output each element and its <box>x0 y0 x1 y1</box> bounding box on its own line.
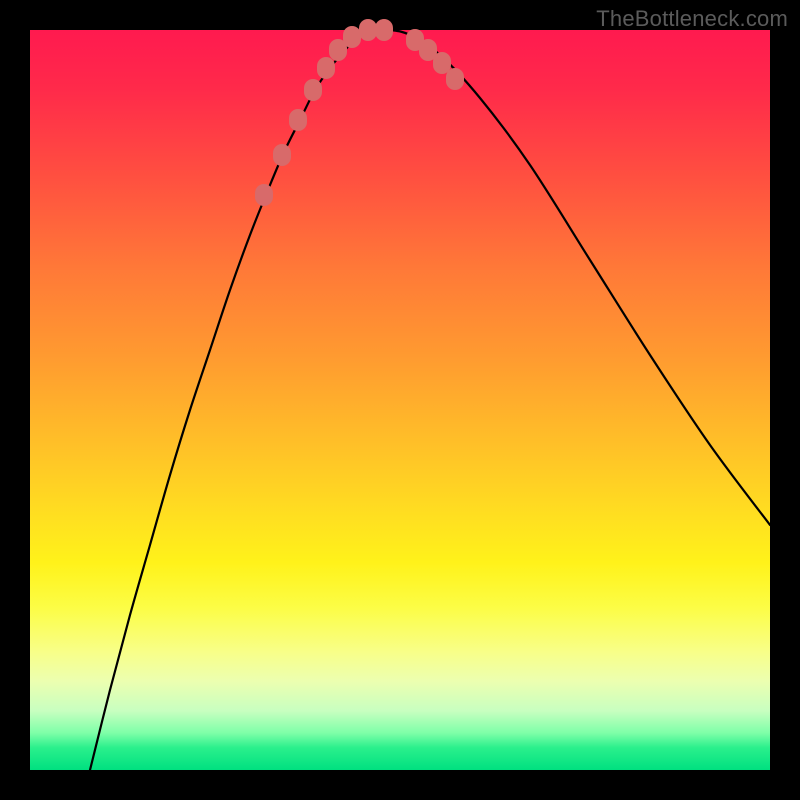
curve-marker <box>375 19 393 41</box>
curve-marker <box>359 19 377 41</box>
watermark-text: TheBottleneck.com <box>596 6 788 32</box>
curve-marker <box>289 109 307 131</box>
curve-marker <box>304 79 322 101</box>
curve-marker <box>433 52 451 74</box>
curve-marker <box>273 144 291 166</box>
curve-marker <box>255 184 273 206</box>
bottleneck-chart-svg <box>30 30 770 770</box>
marker-group <box>255 19 464 206</box>
curve-marker <box>446 68 464 90</box>
bottleneck-curve-path <box>90 29 770 770</box>
curve-marker <box>343 26 361 48</box>
curve-marker <box>317 57 335 79</box>
